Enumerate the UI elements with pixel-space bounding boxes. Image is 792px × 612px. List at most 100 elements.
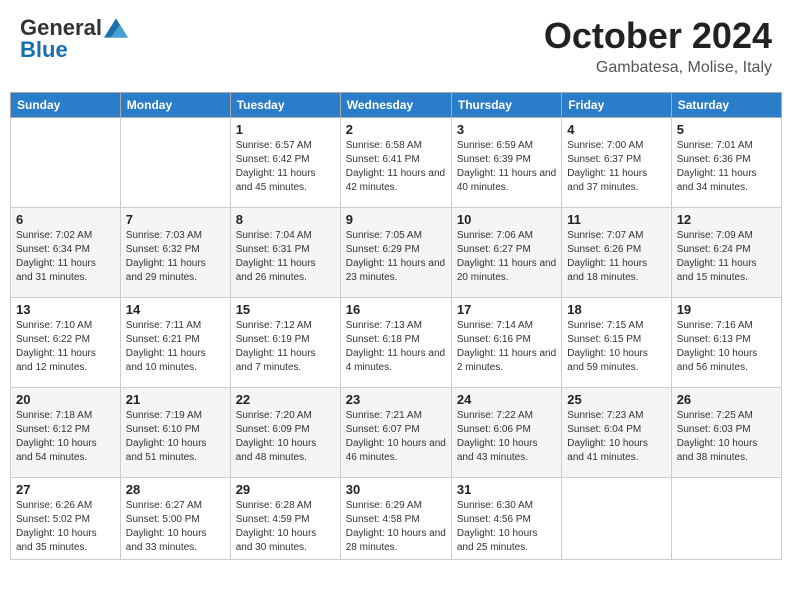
day-info: Sunrise: 7:18 AM Sunset: 6:12 PM Dayligh…	[16, 409, 115, 465]
day-number: 11	[567, 212, 665, 227]
table-row: 29Sunrise: 6:28 AM Sunset: 4:59 PM Dayli…	[230, 478, 340, 560]
table-row: 10Sunrise: 7:06 AM Sunset: 6:27 PM Dayli…	[451, 208, 561, 298]
day-info: Sunrise: 7:04 AM Sunset: 6:31 PM Dayligh…	[236, 229, 335, 285]
day-info: Sunrise: 6:30 AM Sunset: 4:56 PM Dayligh…	[457, 499, 556, 555]
day-number: 17	[457, 302, 556, 317]
day-info: Sunrise: 6:58 AM Sunset: 6:41 PM Dayligh…	[346, 139, 446, 195]
day-info: Sunrise: 7:12 AM Sunset: 6:19 PM Dayligh…	[236, 319, 335, 375]
table-row: 20 Sunrise: 7:18 AM Sunset: 6:12 PM Dayli…	[11, 388, 121, 478]
day-info: Sunrise: 6:57 AM Sunset: 6:42 PM Dayligh…	[236, 139, 335, 195]
table-row: 2 Sunrise: 6:58 AM Sunset: 6:41 PM Daylig…	[340, 118, 451, 208]
day-info: Sunrise: 7:10 AM Sunset: 6:22 PM Dayligh…	[16, 319, 115, 375]
calendar-table: Sunday Monday Tuesday Wednesday Thursday…	[10, 92, 782, 560]
day-number: 30	[346, 482, 446, 497]
day-info: Sunrise: 7:09 AM Sunset: 6:24 PM Dayligh…	[677, 229, 776, 285]
location-title: Gambatesa, Molise, Italy	[544, 59, 772, 77]
table-row: 5Sunrise: 7:01 AM Sunset: 6:36 PM Daylig…	[671, 118, 781, 208]
day-info: Sunrise: 7:11 AM Sunset: 6:21 PM Dayligh…	[126, 319, 225, 375]
table-row: 1 Sunrise: 6:57 AM Sunset: 6:42 PM Daylig…	[230, 118, 340, 208]
table-row: 16 Sunrise: 7:13 AM Sunset: 6:18 PM Dayli…	[340, 298, 451, 388]
day-number: 29	[236, 482, 335, 497]
day-number: 16	[346, 302, 446, 317]
table-row	[562, 478, 671, 560]
logo: General Blue	[20, 15, 128, 63]
day-info: Sunrise: 7:15 AM Sunset: 6:15 PM Dayligh…	[567, 319, 665, 375]
day-info: Sunrise: 7:16 AM Sunset: 6:13 PM Dayligh…	[677, 319, 776, 375]
day-info: Sunrise: 7:01 AM Sunset: 6:36 PM Dayligh…	[677, 139, 776, 195]
table-row: 24 Sunrise: 7:22 AM Sunset: 6:06 PM Dayli…	[451, 388, 561, 478]
day-number: 8	[236, 212, 335, 227]
table-row: 3 Sunrise: 6:59 AM Sunset: 6:39 PM Daylig…	[451, 118, 561, 208]
table-row: 11 Sunrise: 7:07 AM Sunset: 6:26 PM Dayli…	[562, 208, 671, 298]
col-wednesday: Wednesday	[340, 93, 451, 118]
day-info: Sunrise: 7:05 AM Sunset: 6:29 PM Dayligh…	[346, 229, 446, 285]
table-row: 21Sunrise: 7:19 AM Sunset: 6:10 PM Dayli…	[120, 388, 230, 478]
col-tuesday: Tuesday	[230, 93, 340, 118]
logo-blue: Blue	[20, 37, 68, 62]
day-info: Sunrise: 7:02 AM Sunset: 6:34 PM Dayligh…	[16, 229, 115, 285]
table-row: 25Sunrise: 7:23 AM Sunset: 6:04 PM Dayli…	[562, 388, 671, 478]
table-row: 19Sunrise: 7:16 AM Sunset: 6:13 PM Dayli…	[671, 298, 781, 388]
day-number: 3	[457, 122, 556, 137]
table-row	[671, 478, 781, 560]
title-block: October 2024 Gambatesa, Molise, Italy	[544, 15, 772, 77]
table-row: 7Sunrise: 7:03 AM Sunset: 6:32 PM Daylig…	[120, 208, 230, 298]
table-row: 23 Sunrise: 7:21 AM Sunset: 6:07 PM Dayli…	[340, 388, 451, 478]
day-info: Sunrise: 6:27 AM Sunset: 5:00 PM Dayligh…	[126, 499, 225, 555]
day-number: 9	[346, 212, 446, 227]
day-number: 24	[457, 392, 556, 407]
table-row	[11, 118, 121, 208]
table-row: 6 Sunrise: 7:02 AM Sunset: 6:34 PM Daylig…	[11, 208, 121, 298]
day-number: 25	[567, 392, 665, 407]
day-info: Sunrise: 6:29 AM Sunset: 4:58 PM Dayligh…	[346, 499, 446, 555]
day-info: Sunrise: 7:21 AM Sunset: 6:07 PM Dayligh…	[346, 409, 446, 465]
day-number: 10	[457, 212, 556, 227]
table-row: 15 Sunrise: 7:12 AM Sunset: 6:19 PM Dayli…	[230, 298, 340, 388]
table-row	[120, 118, 230, 208]
table-row: 18 Sunrise: 7:15 AM Sunset: 6:15 PM Dayli…	[562, 298, 671, 388]
table-row: 27 Sunrise: 6:26 AM Sunset: 5:02 PM Dayli…	[11, 478, 121, 560]
table-row: 4 Sunrise: 7:00 AM Sunset: 6:37 PM Daylig…	[562, 118, 671, 208]
day-info: Sunrise: 7:22 AM Sunset: 6:06 PM Dayligh…	[457, 409, 556, 465]
month-title: October 2024	[544, 15, 772, 57]
day-info: Sunrise: 7:13 AM Sunset: 6:18 PM Dayligh…	[346, 319, 446, 375]
calendar-header-row: Sunday Monday Tuesday Wednesday Thursday…	[11, 93, 782, 118]
col-saturday: Saturday	[671, 93, 781, 118]
day-info: Sunrise: 7:14 AM Sunset: 6:16 PM Dayligh…	[457, 319, 556, 375]
day-number: 26	[677, 392, 776, 407]
day-info: Sunrise: 7:25 AM Sunset: 6:03 PM Dayligh…	[677, 409, 776, 465]
table-row: 13Sunrise: 7:10 AM Sunset: 6:22 PM Dayli…	[11, 298, 121, 388]
day-info: Sunrise: 7:20 AM Sunset: 6:09 PM Dayligh…	[236, 409, 335, 465]
day-info: Sunrise: 7:19 AM Sunset: 6:10 PM Dayligh…	[126, 409, 225, 465]
day-number: 2	[346, 122, 446, 137]
col-friday: Friday	[562, 93, 671, 118]
col-thursday: Thursday	[451, 93, 561, 118]
table-row: 30 Sunrise: 6:29 AM Sunset: 4:58 PM Dayli…	[340, 478, 451, 560]
day-number: 6	[16, 212, 115, 227]
table-row: 31Sunrise: 6:30 AM Sunset: 4:56 PM Dayli…	[451, 478, 561, 560]
day-info: Sunrise: 7:00 AM Sunset: 6:37 PM Dayligh…	[567, 139, 665, 195]
logo-icon	[104, 18, 128, 38]
table-row: 14 Sunrise: 7:11 AM Sunset: 6:21 PM Dayli…	[120, 298, 230, 388]
day-number: 7	[126, 212, 225, 227]
day-number: 20	[16, 392, 115, 407]
table-row: 26 Sunrise: 7:25 AM Sunset: 6:03 PM Dayli…	[671, 388, 781, 478]
day-number: 12	[677, 212, 776, 227]
col-monday: Monday	[120, 93, 230, 118]
day-number: 18	[567, 302, 665, 317]
table-row: 8 Sunrise: 7:04 AM Sunset: 6:31 PM Daylig…	[230, 208, 340, 298]
table-row: 22 Sunrise: 7:20 AM Sunset: 6:09 PM Dayli…	[230, 388, 340, 478]
day-number: 28	[126, 482, 225, 497]
col-sunday: Sunday	[11, 93, 121, 118]
day-info: Sunrise: 6:59 AM Sunset: 6:39 PM Dayligh…	[457, 139, 556, 195]
day-number: 15	[236, 302, 335, 317]
day-info: Sunrise: 6:26 AM Sunset: 5:02 PM Dayligh…	[16, 499, 115, 555]
day-number: 23	[346, 392, 446, 407]
day-number: 14	[126, 302, 225, 317]
day-number: 1	[236, 122, 335, 137]
day-number: 22	[236, 392, 335, 407]
table-row: 9 Sunrise: 7:05 AM Sunset: 6:29 PM Daylig…	[340, 208, 451, 298]
day-number: 4	[567, 122, 665, 137]
day-number: 27	[16, 482, 115, 497]
day-info: Sunrise: 7:07 AM Sunset: 6:26 PM Dayligh…	[567, 229, 665, 285]
